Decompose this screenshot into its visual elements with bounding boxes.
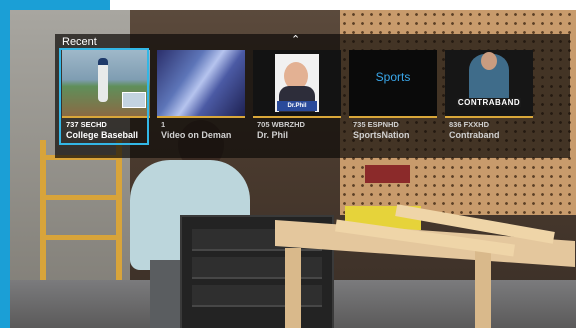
tile-channel: 735 ESPNHD <box>353 120 399 129</box>
tile-channel: 836 FXXHD <box>449 120 490 129</box>
frame-left-border <box>0 0 10 328</box>
recent-tile-video-on-demand[interactable] <box>157 50 245 116</box>
tile-underline <box>157 116 245 118</box>
recent-tile-contraband[interactable]: CONTRABAND <box>445 50 533 116</box>
recent-tile-sportsnation[interactable]: Sports <box>349 50 437 116</box>
tile-channel: 705 WBRZHD <box>257 120 305 129</box>
recent-heading: Recent <box>62 36 97 48</box>
selection-highlight <box>59 48 149 145</box>
tile-underline <box>445 116 533 118</box>
thumbnail-sports-text: Sports <box>375 70 411 84</box>
recent-tile-dr-phil[interactable]: Dr.Phil <box>253 50 341 116</box>
tile-title: Video on Deman <box>161 130 232 140</box>
tile-title: SportsNation <box>353 130 410 140</box>
thumbnail-logo: Dr.Phil <box>277 101 317 111</box>
thumbnail-contraband-logo: CONTRABAND <box>457 98 521 107</box>
scene-ladder <box>40 140 122 285</box>
tile-channel: 1 <box>161 120 166 129</box>
scene-workbench <box>275 204 576 328</box>
scene-red-box <box>365 165 410 183</box>
tile-title: Contraband <box>449 130 500 140</box>
tile-underline <box>253 116 341 118</box>
chevron-up-icon[interactable]: ⌃ <box>291 35 300 46</box>
tile-title: Dr. Phil <box>257 130 289 140</box>
tile-underline <box>349 116 437 118</box>
frame-top-border <box>0 0 110 10</box>
frame-top-strip <box>110 0 576 10</box>
